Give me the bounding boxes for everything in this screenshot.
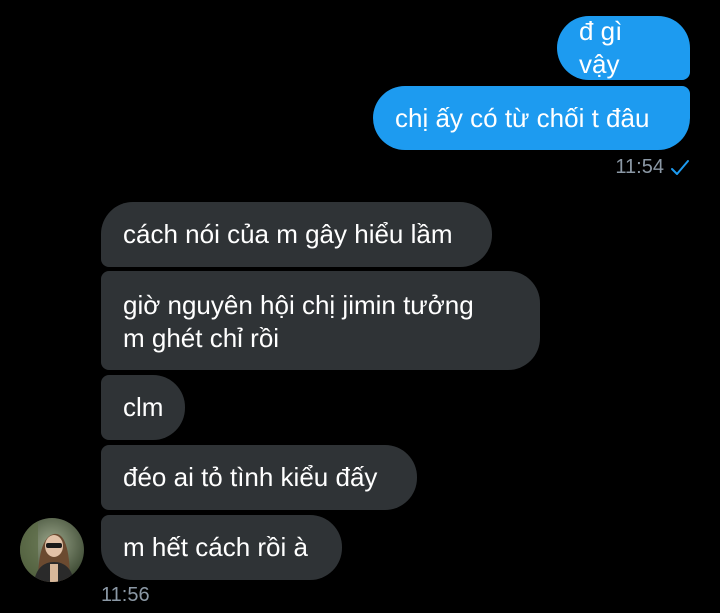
- message-text: đéo ai tỏ tình kiểu đấy: [123, 462, 378, 492]
- message-text: chị ấy có từ chối t đâu: [395, 102, 650, 133]
- avatar[interactable]: [20, 518, 84, 582]
- received-message[interactable]: clm: [101, 375, 185, 440]
- received-message[interactable]: giờ nguyên hội chị jimin tưởng m ghét ch…: [101, 271, 540, 370]
- received-message[interactable]: m hết cách rồi à: [101, 515, 342, 580]
- check-icon: [670, 159, 690, 177]
- sent-message[interactable]: đ gì vậy: [557, 16, 690, 80]
- sent-message[interactable]: chị ấy có từ chối t đâu: [373, 86, 690, 150]
- message-text: clm: [123, 392, 164, 422]
- message-text: giờ nguyên hội chị jimin tưởng m ghét ch…: [123, 289, 474, 353]
- received-message[interactable]: đéo ai tỏ tình kiểu đấy: [101, 445, 417, 510]
- sent-timestamp-row: 11:54: [615, 156, 690, 179]
- message-text: cách nói của m gây hiểu lầm: [123, 219, 453, 249]
- received-message[interactable]: cách nói của m gây hiểu lầm: [101, 202, 492, 267]
- timestamp: 11:54: [615, 156, 664, 178]
- received-timestamp-row: 11:56: [101, 584, 150, 607]
- message-text: m hết cách rồi à: [123, 532, 308, 562]
- timestamp: 11:56: [101, 584, 150, 606]
- message-text: đ gì vậy: [579, 16, 623, 79]
